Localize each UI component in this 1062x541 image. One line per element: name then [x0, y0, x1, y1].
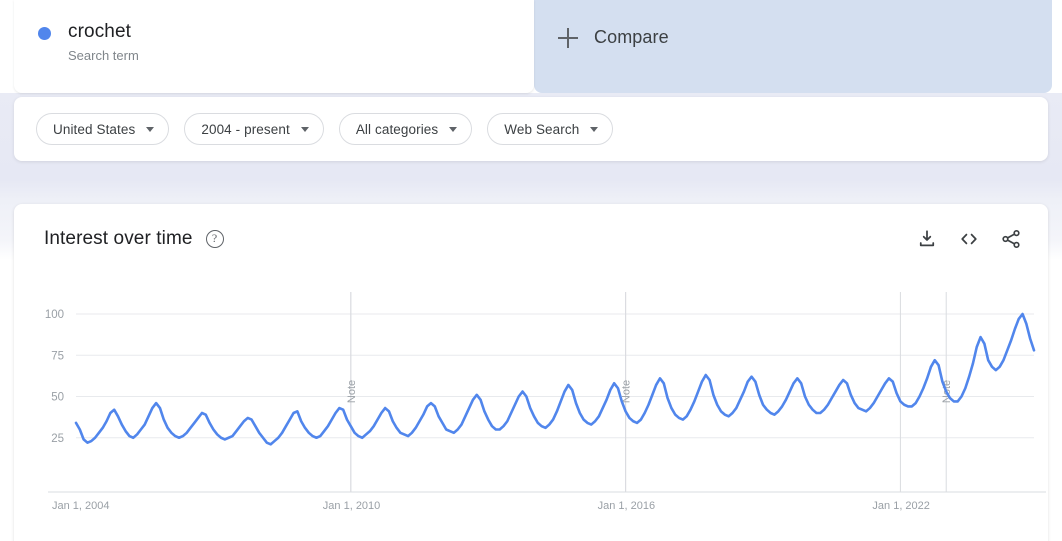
series-color-dot: [38, 27, 51, 40]
embed-icon[interactable]: [958, 228, 980, 250]
add-comparison-button[interactable]: Compare: [558, 27, 669, 48]
filter-search-property[interactable]: Web Search: [487, 113, 614, 145]
filter-bar: United States 2004 - present All categor…: [14, 97, 1048, 161]
series-line-crochet: [74, 312, 1036, 446]
help-icon[interactable]: ?: [205, 230, 224, 248]
y-axis-tick-50: 50: [51, 392, 64, 404]
y-axis-tick-75: 75: [51, 350, 64, 362]
search-term-subtitle: Search term: [68, 48, 139, 63]
plus-icon: [558, 27, 578, 48]
interest-over-time-chart[interactable]: 255075100Note Note NoteJan 1, 2004 Jan 1, 2…: [14, 284, 1048, 541]
compare-card[interactable]: Compare: [534, 0, 1052, 93]
search-term-card[interactable]: crochet Search term: [14, 0, 534, 93]
page-title: Interest over time: [44, 228, 193, 249]
x-axis-tick-0: Jan 1, 2004: [52, 500, 110, 512]
filter-region[interactable]: United States: [36, 113, 170, 145]
card-header: Interest over time ?: [14, 204, 1048, 250]
filter-region-label: United States: [53, 121, 136, 137]
interest-over-time-card: Interest over time ? 25 50 75 100 Note Note No…: [14, 204, 1048, 541]
share-icon[interactable]: [1000, 228, 1022, 250]
search-term-title: crochet: [68, 21, 132, 42]
y-axis-tick-25: 25: [51, 433, 64, 445]
download-icon[interactable]: [916, 228, 938, 250]
card-actions: [916, 228, 1022, 250]
filter-time-range[interactable]: 2004 - present: [184, 113, 324, 145]
chevron-down-icon: [300, 126, 309, 132]
note-annotation-1: Note: [346, 380, 358, 403]
filter-category-label: All categories: [355, 121, 439, 137]
chevron-down-icon: [146, 126, 155, 132]
x-axis-tick-2: Jan 1, 2016: [598, 500, 656, 512]
x-axis-tick-1: Jan 1, 2010: [323, 500, 381, 512]
compare-label: Compare: [594, 27, 669, 47]
filter-category[interactable]: All categories: [338, 113, 473, 145]
y-axis-tick-100: 100: [45, 309, 64, 321]
filter-search-property-label: Web Search: [504, 121, 580, 137]
chevron-down-icon: [590, 126, 599, 132]
search-term-row: crochet Search term Compare: [0, 0, 1062, 93]
chevron-down-icon: [449, 126, 458, 132]
x-axis-tick-3: Jan 1, 2022: [872, 500, 930, 512]
filter-time-range-label: 2004 - present: [201, 121, 290, 137]
svg-text:Note: Note: [346, 380, 358, 403]
chart-plot-area[interactable]: 25 50 75 100 Note Note Note Jan 1, 2004 Jan 1, 2…: [14, 284, 1048, 541]
